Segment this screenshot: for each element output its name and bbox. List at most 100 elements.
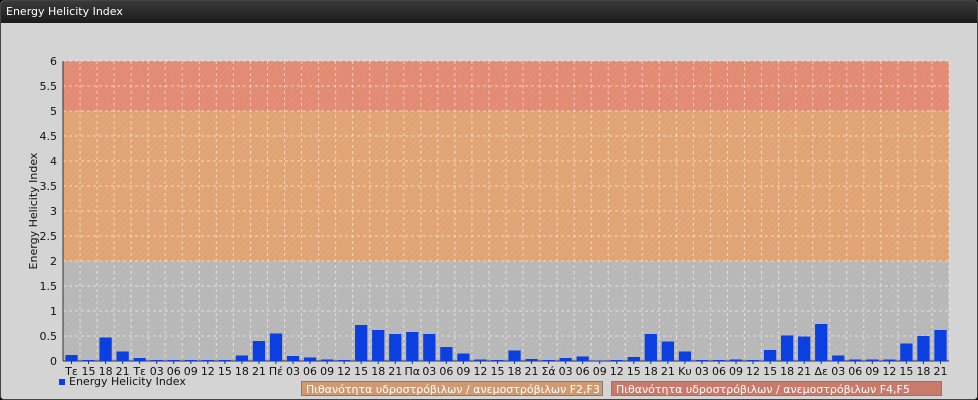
x-tick-label: 03 <box>286 365 300 378</box>
x-tick-label: 03 <box>422 365 436 378</box>
x-tick-label: 15 <box>899 365 913 378</box>
x-tick-label: 18 <box>916 365 930 378</box>
x-tick-label: 18 <box>371 365 385 378</box>
bar <box>695 360 709 361</box>
x-tick-label: 15 <box>218 365 232 378</box>
x-tick-label: 15 <box>763 365 777 378</box>
x-tick-label: 18 <box>644 365 658 378</box>
x-tick-label: 03 <box>831 365 845 378</box>
x-tick-label: 12 <box>473 365 487 378</box>
bar <box>252 341 266 361</box>
y-tick-label: 2 <box>50 255 57 268</box>
x-tick-label: 09 <box>729 365 743 378</box>
bar <box>900 343 913 361</box>
y-tick-label: 3.5 <box>40 180 58 193</box>
y-tick-label: 5 <box>50 105 57 118</box>
y-tick-label: 3 <box>50 205 57 218</box>
bar <box>406 332 419 361</box>
bar <box>150 360 163 361</box>
series-legend-item[interactable]: Energy Helicity Index <box>59 375 186 388</box>
x-tick-label: 18 <box>780 365 794 378</box>
x-tick-label: 21 <box>252 365 266 378</box>
bar <box>934 330 947 361</box>
bar <box>644 334 657 361</box>
bar <box>815 324 828 361</box>
bar <box>763 350 777 361</box>
x-tick-label: 12 <box>882 365 896 378</box>
x-tick-label: 12 <box>201 365 215 378</box>
bar <box>474 359 487 361</box>
x-tick-label: 15 <box>490 365 504 378</box>
y-tick-label: 4.5 <box>40 130 58 143</box>
series-swatch <box>59 379 65 385</box>
x-tick-label: 18 <box>235 365 249 378</box>
bar <box>917 336 930 361</box>
bar <box>372 330 385 361</box>
bar <box>678 351 692 361</box>
bar <box>559 358 572 361</box>
y-tick-label: 1.5 <box>40 280 58 293</box>
y-tick-label: 0.5 <box>40 330 58 343</box>
x-tick-label: 06 <box>576 365 590 378</box>
bar <box>423 334 436 361</box>
x-tick-label: 18 <box>508 365 522 378</box>
x-tick-label: 03 <box>559 365 573 378</box>
bar <box>883 359 896 361</box>
y-tick-label: 5.5 <box>40 80 58 93</box>
x-tick-label: 06 <box>439 365 453 378</box>
x-tick-label: 09 <box>593 365 607 378</box>
x-tick-label: Πα <box>405 365 421 378</box>
x-tick-label: 09 <box>865 365 879 378</box>
bar <box>866 359 879 361</box>
x-tick-label: 21 <box>797 365 811 378</box>
y-tick-label: 0 <box>50 355 57 368</box>
bar <box>235 355 249 361</box>
x-tick-label: Κυ <box>678 365 692 378</box>
bar <box>525 359 538 361</box>
plot-area: 0 0.5 1 1.5 2 2.5 3 3.5 4 4.5 5 5.5 6 Energy Helicity… <box>1 23 977 399</box>
bar <box>491 360 504 361</box>
y-tick-label: 6 <box>50 55 57 68</box>
x-tick-label: 15 <box>354 365 368 378</box>
x-tick-label: 06 <box>712 365 726 378</box>
x-tick-label: 06 <box>303 365 317 378</box>
bar <box>440 347 453 361</box>
bar <box>116 351 129 361</box>
window-title: Energy Helicity Index <box>1 1 977 23</box>
bar <box>389 334 402 361</box>
chart-window: Energy Helicity Index 0 0.5 1 1.5 2 2.5 3 3.5 4 4… <box>0 0 978 400</box>
bar <box>729 359 743 361</box>
bar <box>832 355 845 361</box>
bar <box>542 360 555 361</box>
y-tick-label: 1 <box>50 305 57 318</box>
bar <box>82 360 95 361</box>
bar <box>167 360 180 361</box>
band-legend-f4f5: Πιθανότητα υδροστρόβιλων / ανεμοστρόβιλω… <box>611 381 942 396</box>
bar <box>849 359 862 361</box>
x-tick-label: 06 <box>848 365 862 378</box>
bar <box>593 360 606 361</box>
bar <box>338 360 351 361</box>
bar <box>508 350 521 361</box>
bar <box>286 356 300 361</box>
x-tick-label: Δε <box>814 365 828 378</box>
x-tick-label: Σά <box>541 365 555 378</box>
bar <box>65 355 78 361</box>
bar <box>610 360 623 361</box>
bar <box>201 360 214 361</box>
bar <box>798 336 811 361</box>
x-tick-label: 03 <box>695 365 709 378</box>
bar <box>661 341 674 361</box>
bar <box>355 325 368 361</box>
bar <box>99 337 112 361</box>
series-legend-label: Energy Helicity Index <box>69 375 186 388</box>
band-legend-f2f3: Πιθανότητα υδροστρόβιλων / ανεμοστρόβιλω… <box>301 381 603 396</box>
bar <box>320 359 334 361</box>
y-axis-label: Energy Helicity Index <box>27 152 40 269</box>
bar <box>303 357 317 361</box>
bar <box>576 356 589 361</box>
bar <box>218 360 231 361</box>
y-tick-label: 4 <box>50 155 57 168</box>
x-tick-label: 15 <box>627 365 641 378</box>
x-tick-label: Πέ <box>269 365 283 378</box>
